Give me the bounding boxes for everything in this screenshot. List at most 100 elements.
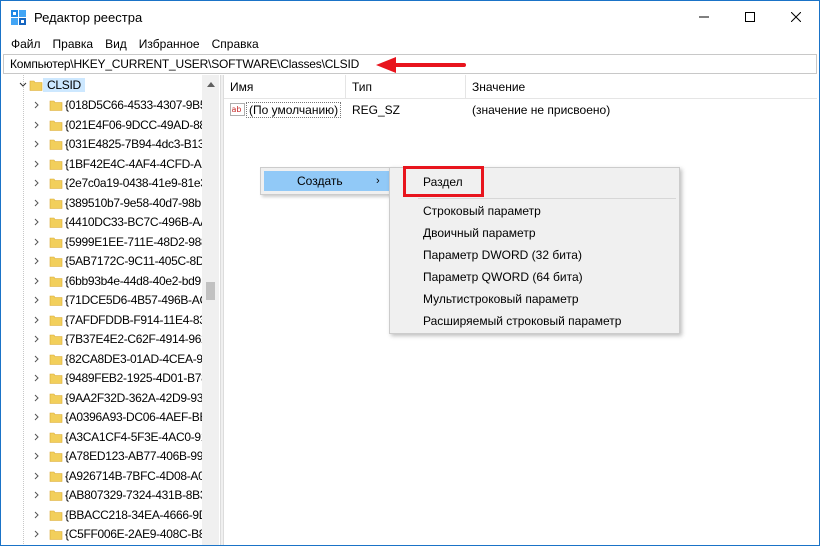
column-header-value[interactable]: Значение [466,75,666,99]
chevron-right-icon[interactable] [33,394,41,402]
tree-item[interactable]: {7B37E4E2-C62F-4914-962 [3,329,208,349]
chevron-right-icon[interactable] [33,277,41,285]
chevron-right-icon[interactable] [33,511,41,519]
chevron-right-icon[interactable] [33,413,41,421]
tree-item-label: {A78ED123-AB77-406B-99 [65,449,204,463]
tree-item[interactable]: {031E4825-7B94-4dc3-B13 [3,134,205,154]
menu-separator [418,198,676,199]
tree-item[interactable]: {A926714B-7BFC-4D08-A0 [3,466,205,486]
registry-editor-window: Редактор реестра Файл Правка Вид Избранн… [0,0,820,546]
menu-item-create[interactable]: Создать › [264,171,389,191]
tree-item[interactable]: {C5FF006E-2AE9-408C-B85 [3,524,212,544]
key-tree[interactable]: CLSID {018D5C66-4533-4307-9B5 {021E4F06-9… [3,75,219,545]
tree-item-label: {021E4F06-9DCC-49AD-88 [65,117,206,132]
tree-item[interactable]: {5AB7172C-9C11-405C-8D [3,251,205,271]
tree-item[interactable]: {021E4F06-9DCC-49AD-88 [3,115,206,135]
chevron-right-icon[interactable] [33,355,41,363]
tree-item-label: {A3CA1CF4-5F3E-4AC0-91 [65,429,208,444]
tree-item-label: {2e7c0a19-0438-41e9-81e3 [65,176,207,190]
tree-item-label: {A0396A93-DC06-4AEF-BE [65,410,208,424]
svg-text:ab: ab [232,105,242,114]
chevron-down-icon[interactable] [19,81,27,89]
chevron-right-icon[interactable] [33,530,41,538]
folder-icon [49,178,63,189]
menu-item-create-label: Создать [297,174,343,188]
folder-icon [49,217,63,228]
tree-item[interactable]: {CB3D0F55-BC2C-4C1A-8 [3,544,203,546]
scroll-up-button[interactable] [202,75,219,92]
folder-icon [49,490,63,501]
tree-item-label: {1BF42E4C-4AF4-4CFD-A1 [65,156,208,171]
tree-item-label: {AB807329-7324-431B-8B3 [65,488,207,502]
close-button[interactable] [773,1,819,33]
context-menu: Создать › [260,167,393,195]
folder-icon [49,237,63,248]
chevron-right-icon[interactable] [33,374,41,382]
minimize-button[interactable] [681,1,727,33]
maximize-icon [745,12,755,22]
chevron-right-icon[interactable] [33,296,41,304]
tree-item[interactable]: {A3CA1CF4-5F3E-4AC0-91 [3,427,207,447]
chevron-right-icon[interactable] [33,199,41,207]
tree-item-clsid[interactable]: CLSID [3,75,203,95]
tree-item[interactable]: {4410DC33-BC7C-496B-AA [3,212,208,232]
chevron-right-icon[interactable] [33,491,41,499]
folder-icon [49,432,63,443]
submenu-item-qword[interactable]: Параметр QWORD (64 бита) [423,270,583,284]
chevron-right-icon[interactable] [33,179,41,187]
registry-editor-icon [11,10,26,25]
menu-favorites[interactable]: Избранное [133,34,206,53]
tree-scrollbar[interactable] [202,75,219,545]
tree-item[interactable]: {7AFDFDDB-F914-11E4-83 [3,310,206,330]
tree-item[interactable]: {6bb93b4e-44d8-40e2-bd9 [3,271,203,291]
maximize-button[interactable] [727,1,773,33]
column-header-name[interactable]: Имя [224,75,346,99]
tree-item[interactable]: {A0396A93-DC06-4AEF-BE [3,407,207,427]
chevron-right-icon[interactable] [33,452,41,460]
chevron-right-icon[interactable] [33,257,41,265]
tree-item[interactable]: {A78ED123-AB77-406B-99 [3,446,203,466]
folder-icon [49,100,63,111]
minimize-icon [699,16,709,18]
title-bar[interactable]: Редактор реестра [1,1,819,33]
chevron-right-icon[interactable] [33,218,41,226]
folder-icon [49,529,63,540]
tree-item[interactable]: {BBACC218-34EA-4666-9D [3,505,207,525]
menu-help[interactable]: Справка [206,34,265,53]
tree-item[interactable]: {1BF42E4C-4AF4-4CFD-A1 [3,154,208,174]
tree-item-label: {82CA8DE3-01AD-4CEA-9 [65,351,203,366]
submenu-item-dword[interactable]: Параметр DWORD (32 бита) [423,248,582,262]
tree-item[interactable]: {9489FEB2-1925-4D01-B78 [3,368,208,388]
submenu-item-binary[interactable]: Двоичный параметр [423,226,536,240]
submenu-item-string[interactable]: Строковый параметр [423,204,541,218]
column-header-type[interactable]: Тип [346,75,466,99]
menu-file[interactable]: Файл [1,34,47,53]
menu-view[interactable]: Вид [99,34,133,53]
scroll-thumb[interactable] [206,282,215,300]
tree-item[interactable]: {2e7c0a19-0438-41e9-81e3 [3,173,207,193]
chevron-right-icon[interactable] [33,433,41,441]
chevron-right-icon[interactable] [33,160,41,168]
tree-item[interactable]: {82CA8DE3-01AD-4CEA-9 [3,349,203,369]
tree-item[interactable]: {018D5C66-4533-4307-9B5 [3,95,207,115]
chevron-right-icon[interactable] [33,140,41,148]
tree-item[interactable]: {AB807329-7324-431B-8B3 [3,485,207,505]
chevron-right-icon[interactable] [33,238,41,246]
tree-item[interactable]: {71DCE5D6-4B57-496B-AC [3,290,208,310]
chevron-right-icon[interactable] [33,316,41,324]
chevron-right-icon[interactable] [33,472,41,480]
chevron-right-icon[interactable] [33,121,41,129]
chevron-up-icon [206,81,215,87]
tree-item[interactable]: {5999E1EE-711E-48D2-988 [3,232,208,252]
chevron-right-icon[interactable] [33,101,41,109]
list-item[interactable]: ab (По умолчанию) REG_SZ (значение не пр… [224,101,817,119]
chevron-right-icon[interactable] [33,335,41,343]
submenu-item-expandable-string[interactable]: Расширяемый строковый параметр [423,314,621,328]
tree-item[interactable]: {9AA2F32D-362A-42D9-93 [3,388,203,408]
tree-item-label: {018D5C66-4533-4307-9B5 [65,98,207,112]
tree-item-label: {4410DC33-BC7C-496B-AA [65,215,208,229]
submenu-item-multistring[interactable]: Мультистроковый параметр [423,292,579,306]
value-data: (значение не присвоено) [472,103,611,117]
tree-item[interactable]: {389510b7-9e58-40d7-98b [3,193,203,213]
menu-edit[interactable]: Правка [47,34,100,53]
